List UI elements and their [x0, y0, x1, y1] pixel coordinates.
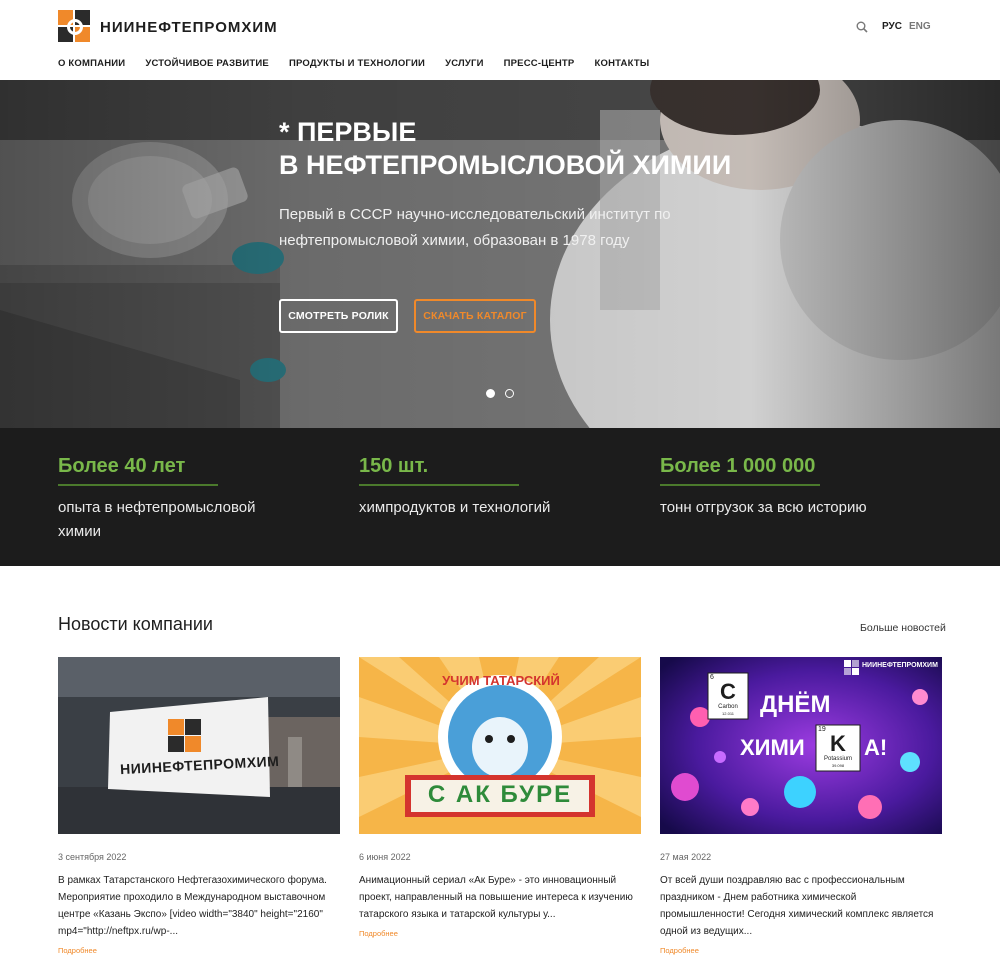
hero-title-line1: * ПЕРВЫЕ — [279, 117, 417, 147]
watch-video-button[interactable]: СМОТРЕТЬ РОЛИК — [279, 299, 398, 333]
stat-description: тонн отгрузок за всю историю — [660, 499, 867, 516]
page: НИИНЕФТЕПРОМХИМ РУС ENG О КОМПАНИИ УСТОЙ… — [0, 0, 1000, 977]
main-nav: О КОМПАНИИ УСТОЙЧИВОЕ РАЗВИТИЕ ПРОДУКТЫ … — [58, 58, 669, 69]
more-news-link[interactable]: Больше новостей — [860, 622, 946, 634]
search-icon[interactable] — [856, 21, 868, 33]
element-mass: 39.098 — [831, 763, 845, 768]
news-card[interactable]: НИИНЕФТЕПРОМХИМ 6 C Carbon 12.011 ДНЁМ Х… — [660, 657, 942, 955]
news-image-title-top: УЧИМ ТАТАРСКИЙ — [442, 673, 560, 688]
stat-value: Более 1 000 000 — [660, 455, 820, 486]
read-more-link[interactable]: Подробнее — [58, 946, 340, 955]
nav-item-services[interactable]: УСЛУГИ — [445, 58, 484, 69]
news-image-line2-a: ХИМИ — [740, 735, 805, 760]
stat-item: Более 40 лет опыта в нефтепромысловой хи… — [58, 455, 288, 544]
news-card[interactable]: НИИНЕФТЕПРОМХИМ 3 сентября 2022 В рамках… — [58, 657, 340, 955]
stats-section: Более 40 лет опыта в нефтепромысловой хи… — [0, 428, 1000, 566]
lang-ru-link[interactable]: РУС — [882, 21, 902, 32]
site-logo[interactable]: НИИНЕФТЕПРОМХИМ — [58, 10, 278, 44]
hero-title: * ПЕРВЫЕ В НЕФТЕПРОМЫСЛОВОЙ ХИМИИ — [279, 116, 731, 182]
hero-banner: * ПЕРВЫЕ В НЕФТЕПРОМЫСЛОВОЙ ХИМИИ Первый… — [0, 80, 1000, 428]
news-section-title: Новости компании — [58, 614, 213, 634]
news-excerpt: Анимационный сериал «Ак Буре» - это инно… — [359, 875, 633, 920]
nav-item-press[interactable]: ПРЕСС-ЦЕНТР — [504, 58, 575, 69]
news-card[interactable]: УЧИМ ТАТАРСКИЙ С АК БУРЕ 6 июня 2022 Ани… — [359, 657, 641, 938]
read-more-link[interactable]: Подробнее — [660, 946, 942, 955]
news-image-title-bottom: С АК БУРЕ — [427, 781, 573, 808]
news-image-line2-b: А! — [864, 735, 888, 760]
news-image-logo-text: НИИНЕФТЕПРОМХИМ — [862, 662, 938, 669]
stat-value: 150 шт. — [359, 455, 519, 486]
site-header: НИИНЕФТЕПРОМХИМ РУС ENG О КОМПАНИИ УСТОЙ… — [0, 0, 1000, 80]
nav-item-about[interactable]: О КОМПАНИИ — [58, 58, 125, 69]
news-date: 6 июня 2022 — [359, 852, 411, 862]
news-image[interactable]: УЧИМ ТАТАРСКИЙ С АК БУРЕ — [359, 657, 641, 834]
stat-description: опыта в нефтепромысловой химии — [58, 499, 256, 540]
element-name: Carbon — [718, 704, 738, 710]
element-name: Potassium — [823, 756, 852, 762]
news-excerpt: От всей души поздравляю вас с профессион… — [660, 875, 934, 937]
nav-item-products[interactable]: ПРОДУКТЫ И ТЕХНОЛОГИИ — [289, 58, 425, 69]
news-image-line1: ДНЁМ — [760, 691, 831, 718]
lang-en-link[interactable]: ENG — [909, 21, 931, 32]
hero-subtitle: Первый в СССР научно-исследовательский и… — [279, 206, 671, 249]
element-symbol: K — [830, 731, 846, 756]
element-symbol: C — [720, 679, 736, 704]
nav-item-contacts[interactable]: КОНТАКТЫ — [594, 58, 649, 69]
stat-item: Более 1 000 000 тонн отгрузок за всю ист… — [660, 455, 890, 520]
news-image[interactable]: НИИНЕФТЕПРОМХИМ — [58, 657, 340, 834]
read-more-link[interactable]: Подробнее — [359, 929, 641, 938]
stat-value: Более 40 лет — [58, 455, 218, 486]
element-carbon: 6 C Carbon 12.011 — [708, 673, 748, 719]
hero-title-line2: В НЕФТЕПРОМЫСЛОВОЙ ХИМИИ — [279, 150, 732, 180]
nav-item-sustainability[interactable]: УСТОЙЧИВОЕ РАЗВИТИЕ — [145, 58, 269, 69]
stat-item: 150 шт. химпродуктов и технологий — [359, 455, 589, 520]
slider-dot-1[interactable] — [486, 389, 495, 398]
logo-icon — [58, 10, 92, 44]
download-catalog-button[interactable]: СКАЧАТЬ КАТАЛОГ — [414, 299, 536, 333]
slider-dot-2[interactable] — [505, 389, 514, 398]
stat-description: химпродуктов и технологий — [359, 499, 551, 516]
news-excerpt: В рамках Татарстанского Нефтегазохимичес… — [58, 875, 327, 937]
element-mass: 12.011 — [722, 711, 734, 716]
news-date: 3 сентября 2022 — [58, 852, 127, 862]
element-potassium: 19 K Potassium 39.098 — [816, 725, 860, 771]
news-date: 27 мая 2022 — [660, 852, 712, 862]
logo-text: НИИНЕФТЕПРОМХИМ — [100, 18, 278, 36]
news-image[interactable]: НИИНЕФТЕПРОМХИМ 6 C Carbon 12.011 ДНЁМ Х… — [660, 657, 942, 834]
